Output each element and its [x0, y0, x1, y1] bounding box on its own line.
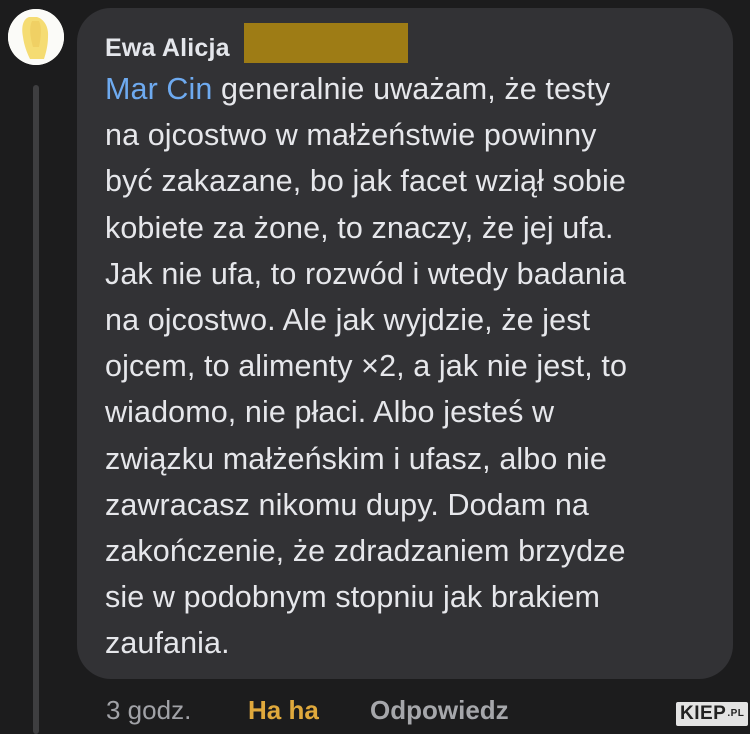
watermark-suffix: .PL: [727, 708, 745, 719]
comment-line: na ojcostwo w małżeństwie powinny: [105, 118, 597, 153]
comment-line: zakończenie, że zdradzaniem brzydze: [105, 534, 626, 569]
mention-link[interactable]: Mar Cin: [105, 72, 212, 106]
comment-line: generalnie uważam, że testy: [212, 72, 611, 106]
avatar-image: [8, 9, 64, 65]
comment-line: Jak nie ufa, to rozwód i wtedy badania: [105, 256, 626, 291]
author-row: Ewa Alicja: [105, 28, 230, 68]
timestamp[interactable]: 3 godz.: [106, 690, 191, 730]
avatar[interactable]: [8, 9, 64, 65]
comment-line: związku małżeńskim i ufasz, albo nie: [105, 441, 607, 476]
watermark-logo: KIEP.PL: [676, 702, 749, 726]
reply-button[interactable]: Odpowiedz: [370, 690, 509, 730]
comment-author[interactable]: Ewa Alicja: [105, 34, 230, 63]
thread-line: [33, 85, 39, 734]
comment-text: Mar Cin generalnie uważam, że testy na o…: [105, 66, 725, 667]
comment-actions: 3 godz. Ha ha Odpowiedz: [0, 690, 750, 730]
comment-line: zawracasz nikomu dupy. Dodam na: [105, 487, 589, 522]
comment-line: na ojcostwo. Ale jak wyjdzie, że jest: [105, 303, 591, 338]
reaction-button[interactable]: Ha ha: [248, 690, 319, 730]
comment-line: sie w podobnym stopniu jak brakiem: [105, 580, 601, 615]
comment-line: zaufania.: [105, 626, 230, 661]
redaction-box: [244, 23, 408, 63]
watermark-text: KIEP: [680, 703, 727, 724]
comment-line: ojcem, to alimenty ×2, a jak nie jest, t…: [105, 349, 628, 384]
comment-line: wiadomo, nie płaci. Albo jesteś w: [105, 395, 555, 430]
comment-line: kobiete za żone, to znaczy, że jej ufa.: [105, 210, 614, 245]
comment-line: być zakazane, bo jak facet wziął sobie: [105, 164, 626, 199]
